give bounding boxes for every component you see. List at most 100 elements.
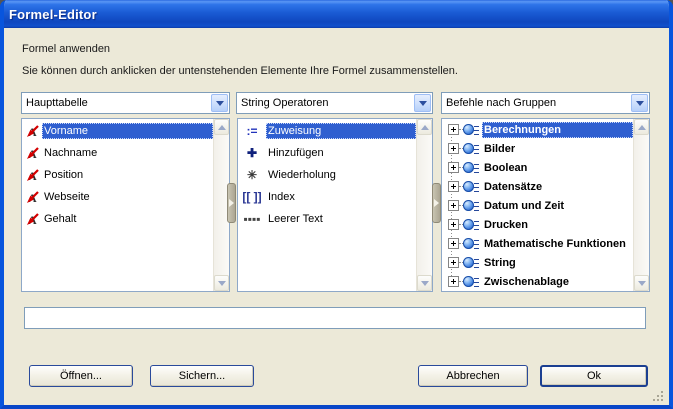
expand-plus-icon[interactable] — [448, 257, 459, 268]
command-group-icon — [463, 123, 480, 136]
field-text-icon: A — [25, 146, 39, 160]
open-button[interactable]: Öffnen... — [29, 365, 133, 387]
collapse-right-icon — [434, 199, 439, 207]
scrollbar[interactable] — [416, 119, 432, 291]
list-item[interactable]: A Position — [22, 164, 213, 186]
operators-dropdown[interactable]: String Operatoren — [236, 92, 433, 114]
ok-button[interactable]: Ok — [540, 365, 648, 387]
operators-list[interactable]: := Zuweisung ✚ Hinzufügen ✳ Wiederholung… — [237, 118, 433, 292]
list-item-label: Zuweisung — [266, 123, 416, 139]
window-title: Formel-Editor — [0, 7, 97, 22]
list-item[interactable]: [[ ]] Index — [238, 186, 416, 208]
tree-item-label: Zwischenablage — [482, 274, 633, 290]
tree-item-label: Boolean — [482, 160, 633, 176]
cancel-button[interactable]: Abbrechen — [418, 365, 528, 387]
expand-plus-icon[interactable] — [448, 162, 459, 173]
command-group-icon — [463, 256, 480, 269]
list-item-label: Hinzufügen — [266, 145, 416, 161]
tree-item-label: Berechnungen — [482, 122, 633, 138]
expand-plus-icon[interactable] — [448, 219, 459, 230]
scroll-up-icon[interactable] — [214, 119, 229, 135]
formula-input[interactable] — [24, 307, 646, 329]
tree-item[interactable]: Datum und Zeit — [442, 196, 633, 215]
list-item-label: Leerer Text — [266, 211, 416, 227]
scroll-down-icon[interactable] — [634, 275, 649, 291]
repeat-icon: ✳ — [241, 170, 263, 180]
commands-dropdown[interactable]: Befehle nach Gruppen — [441, 92, 650, 114]
tree-item[interactable]: String — [442, 253, 633, 272]
scroll-up-icon[interactable] — [417, 119, 432, 135]
expand-plus-icon[interactable] — [448, 181, 459, 192]
collapse-right-icon — [229, 199, 234, 207]
fields-list-rows: A Vorname A — [22, 119, 213, 291]
tree-item-label: Drucken — [482, 217, 633, 233]
list-item[interactable]: := Zuweisung — [238, 120, 416, 142]
list-item[interactable]: A Nachname — [22, 142, 213, 164]
splitter-handle[interactable] — [432, 183, 441, 223]
save-button[interactable]: Sichern... — [150, 365, 254, 387]
resize-grip[interactable] — [653, 391, 665, 403]
list-item[interactable]: A Vorname — [22, 120, 213, 142]
command-group-icon — [463, 180, 480, 193]
command-groups-tree[interactable]: Berechnungen Bilder Boolean — [441, 118, 650, 292]
expand-plus-icon[interactable] — [448, 238, 459, 249]
tree-item[interactable]: Boolean — [442, 158, 633, 177]
tree-item-label: Bilder — [482, 141, 633, 157]
expand-plus-icon[interactable] — [448, 143, 459, 154]
scroll-down-icon[interactable] — [214, 275, 229, 291]
empty-text-icon: ▪▪▪▪ — [241, 214, 263, 224]
field-text-icon: A — [25, 124, 39, 138]
titlebar[interactable]: Formel-Editor — [0, 0, 673, 28]
scroll-down-icon[interactable] — [417, 275, 432, 291]
table-dropdown-value: Haupttabelle — [22, 97, 88, 109]
list-item-label: Index — [266, 189, 416, 205]
chevron-down-icon[interactable] — [631, 94, 648, 112]
tree-item[interactable]: Berechnungen — [442, 120, 633, 139]
chevron-down-icon[interactable] — [211, 94, 228, 112]
list-item[interactable]: A Webseite — [22, 186, 213, 208]
expand-plus-icon[interactable] — [448, 200, 459, 211]
field-text-icon: A — [25, 212, 39, 226]
command-group-icon — [463, 161, 480, 174]
field-text-icon: A — [25, 190, 39, 204]
expand-plus-icon[interactable] — [448, 124, 459, 135]
formel-editor-dialog: Formel-Editor Formel anwenden Sie können… — [0, 0, 673, 409]
instructions-text: Sie können durch anklicken der untensteh… — [22, 65, 458, 77]
tree-item-label: Mathematische Funktionen — [482, 236, 633, 252]
list-item-label: Nachname — [42, 145, 213, 161]
tree-item[interactable]: Mathematische Funktionen — [442, 234, 633, 253]
index-icon: [[ ]] — [241, 192, 263, 202]
operators-list-rows: := Zuweisung ✚ Hinzufügen ✳ Wiederholung… — [238, 119, 416, 291]
fields-list[interactable]: A Vorname A — [21, 118, 230, 292]
command-group-icon — [463, 218, 480, 231]
tree-item-label: Datum und Zeit — [482, 198, 633, 214]
page-title: Formel anwenden — [22, 43, 110, 55]
field-text-icon: A — [25, 168, 39, 182]
list-item-label: Wiederholung — [266, 167, 416, 183]
list-item-label: Gehalt — [42, 211, 213, 227]
splitter-handle[interactable] — [227, 183, 236, 223]
commands-dropdown-value: Befehle nach Gruppen — [442, 97, 556, 109]
list-item[interactable]: ✳ Wiederholung — [238, 164, 416, 186]
command-group-icon — [463, 237, 480, 250]
command-groups-rows: Berechnungen Bilder Boolean — [442, 119, 633, 291]
chevron-down-icon[interactable] — [414, 94, 431, 112]
scrollbar[interactable] — [633, 119, 649, 291]
add-icon: ✚ — [241, 148, 263, 158]
command-group-icon — [463, 142, 480, 155]
list-item[interactable]: ▪▪▪▪ Leerer Text — [238, 208, 416, 230]
expand-plus-icon[interactable] — [448, 276, 459, 287]
table-dropdown[interactable]: Haupttabelle — [21, 92, 230, 114]
list-item-label: Webseite — [42, 189, 213, 205]
scroll-up-icon[interactable] — [634, 119, 649, 135]
list-item-label: Vorname — [42, 123, 213, 139]
tree-item[interactable]: Zwischenablage — [442, 272, 633, 291]
command-group-icon — [463, 199, 480, 212]
operators-dropdown-value: String Operatoren — [237, 97, 328, 109]
tree-item[interactable]: Bilder — [442, 139, 633, 158]
list-item[interactable]: A Gehalt — [22, 208, 213, 230]
tree-item[interactable]: Datensätze — [442, 177, 633, 196]
tree-item[interactable]: Drucken — [442, 215, 633, 234]
list-item[interactable]: ✚ Hinzufügen — [238, 142, 416, 164]
list-item-label: Position — [42, 167, 213, 183]
